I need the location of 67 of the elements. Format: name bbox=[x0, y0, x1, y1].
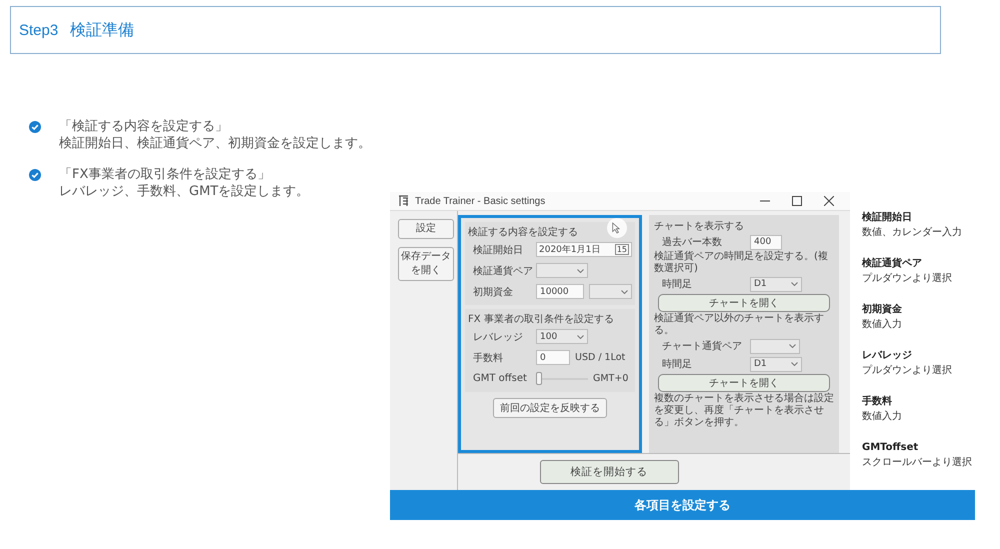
dropdown[interactable]: D1 bbox=[750, 276, 802, 292]
bullet-text: レバレッジ、手数料、GMTを設定します。 bbox=[59, 183, 310, 200]
dropdown[interactable]: D1 bbox=[750, 356, 802, 372]
legend-text: 数値入力 bbox=[862, 410, 903, 424]
caret-icon bbox=[791, 282, 798, 286]
caret-icon bbox=[789, 344, 796, 348]
field-label: 手数料 bbox=[473, 352, 504, 364]
maximize-icon[interactable] bbox=[792, 196, 802, 206]
cursor-highlight-drawing bbox=[607, 218, 627, 238]
legend-text: スクロールバーより選択 bbox=[862, 456, 973, 470]
legend-title: 検証開始日 bbox=[862, 210, 913, 225]
field-label: 時間足 bbox=[662, 358, 693, 371]
dropdown[interactable]: 100 bbox=[536, 329, 588, 344]
bullet-title: 「検証する内容を設定する」 bbox=[59, 118, 229, 135]
legend-title: レバレッジ bbox=[862, 349, 913, 363]
sidebar-button[interactable]: 設定 bbox=[398, 219, 454, 239]
legend-text: プルダウンより選択 bbox=[862, 364, 953, 378]
banner: 各項目を設定する bbox=[390, 490, 975, 520]
section-heading: チャートを表示する bbox=[654, 221, 745, 233]
check-circle-icon bbox=[29, 121, 41, 133]
input-field[interactable]: 10000 bbox=[536, 284, 584, 299]
field-label: GMT offset bbox=[473, 373, 528, 384]
sidebar-button[interactable]: 保存データを開く bbox=[398, 247, 454, 281]
date-field[interactable]: 2020年1月1日 15 bbox=[536, 242, 632, 257]
field-label: 時間足 bbox=[662, 278, 693, 291]
start-button[interactable]: 検証を開始する bbox=[540, 460, 678, 484]
caret-icon bbox=[577, 268, 584, 272]
section-heading: 複数のチャートを表示させる場合は設定を変更し、再度「チャートを表示させる」ボタンを押す。 bbox=[654, 393, 834, 429]
legend-title: 初期資金 bbox=[862, 302, 903, 317]
caret-icon bbox=[621, 290, 628, 294]
caret-icon bbox=[791, 362, 798, 366]
dropdown[interactable] bbox=[589, 284, 632, 299]
section-heading: 検証する内容を設定する bbox=[468, 226, 578, 239]
field-label: 初期資金 bbox=[473, 286, 514, 298]
calendar-icon[interactable]: 15 bbox=[614, 244, 629, 255]
open-chart-button[interactable]: チャートを開く bbox=[658, 374, 830, 392]
input-field[interactable]: 400 bbox=[750, 234, 782, 250]
bullet-text: 検証開始日、検証通貨ペア、初期資金を設定します。 bbox=[59, 135, 371, 152]
caret-icon bbox=[577, 334, 584, 338]
bullet-title: 「FX事業者の取引条件を設定する」 bbox=[59, 166, 272, 183]
section-heading: FX 事業者の取引条件を設定する bbox=[468, 312, 614, 326]
legend-title: 検証通貨ペア bbox=[862, 256, 923, 271]
check-circle-icon bbox=[29, 169, 41, 181]
step-title: 検証準備 bbox=[70, 20, 134, 40]
field-label: レバレッジ bbox=[473, 330, 524, 344]
window-title: Trade Trainer - Basic settings bbox=[415, 196, 546, 206]
legend-title: 手数料 bbox=[862, 394, 893, 409]
field-label: 過去バー本数 bbox=[662, 236, 723, 249]
dropdown[interactable] bbox=[536, 263, 588, 278]
dropdown[interactable] bbox=[750, 338, 800, 354]
step-number: Step3 bbox=[19, 22, 58, 38]
close-icon[interactable] bbox=[824, 196, 834, 206]
legend-text: 数値、カレンダー入力 bbox=[862, 226, 963, 240]
field-label: 検証通貨ペア bbox=[473, 264, 531, 278]
legend-title: GMToffset bbox=[862, 441, 920, 455]
open-chart-button[interactable]: チャートを開く bbox=[658, 294, 830, 312]
app-icon bbox=[398, 195, 409, 207]
input-field[interactable]: 0 bbox=[536, 350, 570, 365]
apply-previous-button[interactable]: 前回の設定を反映する bbox=[493, 398, 607, 418]
slider-reading: GMT+0 bbox=[593, 373, 628, 384]
section-heading: 検証通貨ペアの時間足を設定する。(複数選択可) bbox=[654, 251, 829, 275]
section-heading: 検証通貨ペア以外のチャートを表示する。 bbox=[654, 313, 825, 337]
legend-text: プルダウンより選択 bbox=[862, 272, 953, 286]
legend-text: 数値入力 bbox=[862, 318, 903, 332]
unit-label: USD / 1Lot bbox=[575, 352, 626, 363]
field-label: チャート通貨ペア bbox=[662, 340, 743, 353]
field-label: 検証開始日 bbox=[473, 244, 524, 256]
